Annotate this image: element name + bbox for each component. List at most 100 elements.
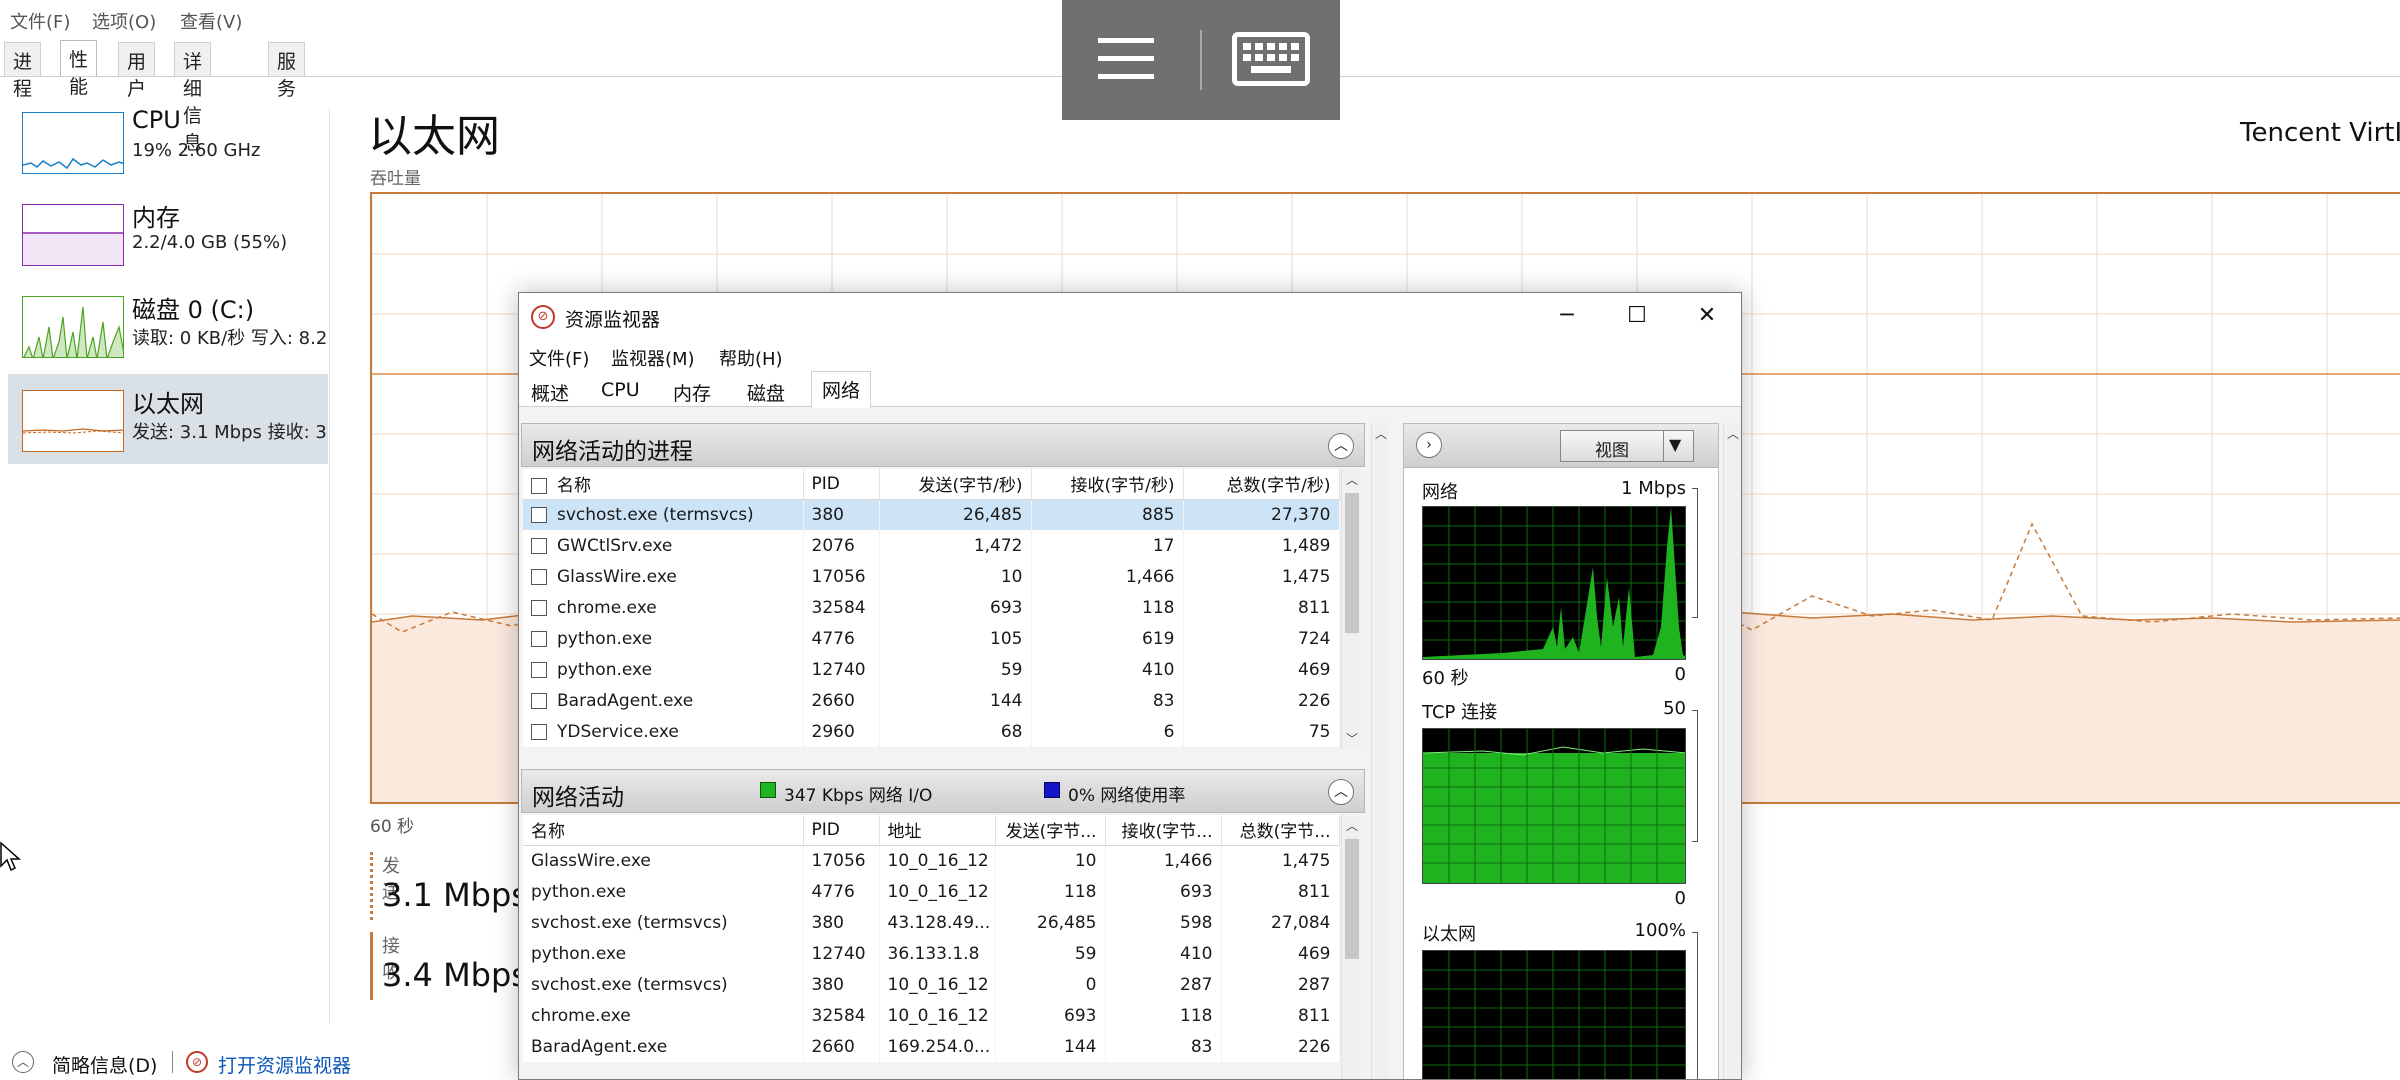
sidebar-item-disk[interactable]: 磁盘 0 (C:) 读取: 0 KB/秒 写入: 8.2 [8,280,328,370]
scroll-thumb[interactable] [1345,839,1359,959]
rm-menu-monitor[interactable]: 监视器(M) [611,345,695,371]
menu-file[interactable]: 文件(F) [10,8,70,34]
chevron-up-icon[interactable]: ︿ [1328,433,1354,459]
rm-titlebar[interactable]: ⊘ 资源监视器 ─ ☐ ✕ [519,293,1741,339]
select-all-checkbox[interactable] [531,478,547,495]
col-total[interactable]: 总数(字节/秒) [1183,469,1340,500]
table-cell: 0 [995,969,1106,1000]
row-checkbox[interactable] [531,568,547,585]
col-pid[interactable]: PID [803,469,880,500]
table-row[interactable]: GlassWire.exe 17056 10_0_16_12 10 1,466 1,475 [523,845,1340,876]
dropdown-arrow-icon[interactable]: ▼ [1669,435,1681,454]
col-total[interactable]: 总数(字节... [1221,815,1340,846]
row-checkbox[interactable] [531,630,547,647]
tab-processes[interactable]: 进程 [4,42,42,100]
close-icon[interactable]: ✕ [1675,299,1739,333]
cell-text: python.exe [557,659,653,680]
keyboard-icon[interactable] [1232,32,1310,86]
rm-menu-file[interactable]: 文件(F) [529,345,589,371]
hamburger-menu-icon[interactable] [1098,36,1154,82]
table-cell: chrome.exe [523,1000,804,1031]
table-row[interactable]: YDService.exe 2960 68 6 75 [523,716,1340,747]
sidebar-item-memory[interactable]: 内存 2.2/4.0 GB (55%) [8,188,328,278]
rm-tab-memory[interactable]: 内存 [663,375,721,407]
view-dropdown[interactable]: 视图 ▼ [1560,430,1694,462]
main-scrollbar[interactable]: ︿ [1371,423,1390,1079]
graphs-scrollbar[interactable]: ︿ [1723,423,1741,1079]
toolbar-divider [1200,30,1202,90]
table-cell: 380 [803,499,880,530]
cell-text: BaradAgent.exe [557,690,694,711]
scroll-up-icon[interactable]: ︿ [1372,425,1390,442]
table-row[interactable]: GlassWire.exe 17056 10 1,466 1,475 [523,561,1340,592]
page-title: 以太网 [368,111,500,162]
processes-scrollbar[interactable]: ︿ ﹀ [1341,469,1361,749]
sidebar-item-cpu[interactable]: CPU 19% 2.60 GHz [8,96,328,186]
table-row[interactable]: svchost.exe (termsvcs) 380 10_0_16_12 0 287 2… [523,969,1340,1000]
table-cell: YDService.exe [523,716,804,747]
col-pid[interactable]: PID [803,815,880,846]
rm-tab-cpu[interactable]: CPU [591,375,650,407]
table-row[interactable]: python.exe 4776 105 619 724 [523,623,1340,654]
maximize-icon[interactable]: ☐ [1605,299,1669,333]
tab-users[interactable]: 用户 [118,42,156,100]
chevron-up-icon[interactable]: ︿ [1328,779,1354,805]
table-cell: 43.128.49... [879,907,996,938]
graph2-title: TCP 连接 [1422,702,1498,723]
tab-details[interactable]: 详细信息 [174,42,212,154]
rm-tab-overview[interactable]: 概述 [521,375,579,407]
rm-menu-help[interactable]: 帮助(H) [719,345,783,371]
scroll-thumb[interactable] [1345,493,1359,633]
col-send[interactable]: 发送(字节... [995,815,1106,846]
table-row[interactable]: chrome.exe 32584 10_0_16_12 693 118 811 [523,1000,1340,1031]
scroll-up-icon[interactable]: ︿ [1724,425,1741,442]
col-send[interactable]: 发送(字节/秒) [879,469,1032,500]
graph1-min: 0 [1674,664,1686,685]
processes-table: 名称 PID 发送(字节/秒) 接收(字节/秒) 总数(字节/秒) svchos… [523,469,1340,747]
table-row[interactable]: python.exe 12740 59 410 469 [523,654,1340,685]
table-cell: 2660 [803,1031,880,1062]
open-resource-monitor-link[interactable]: 打开资源监视器 [218,1051,351,1078]
row-checkbox[interactable] [531,599,547,616]
table-row[interactable]: GWCtlSrv.exe 2076 1,472 17 1,489 [523,530,1340,561]
rm-tab-disk[interactable]: 磁盘 [737,375,795,407]
scroll-down-icon[interactable]: ﹀ [1342,730,1362,747]
rm-tab-network[interactable]: 网络 [811,371,872,408]
row-checkbox[interactable] [531,661,547,678]
table-row[interactable]: python.exe 12740 36.133.1.8 59 410 469 [523,938,1340,969]
table-row[interactable]: BaradAgent.exe 2660 169.254.0... 144 83 226 [523,1031,1340,1062]
col-address[interactable]: 地址 [879,815,996,846]
table-row[interactable]: BaradAgent.exe 2660 144 83 226 [523,685,1340,716]
row-checkbox[interactable] [531,723,547,740]
network-activity-panel-header[interactable]: 网络活动 347 Kbps 网络 I/O 0% 网络使用率 ︿ [521,769,1365,813]
table-cell: 10_0_16_12 [879,969,996,1000]
sidebar-item-ethernet[interactable]: 以太网 发送: 3.1 Mbps 接收: 3 [8,374,328,464]
scroll-up-icon[interactable]: ︿ [1342,817,1362,834]
col-receive[interactable]: 接收(字节/秒) [1031,469,1184,500]
tab-services[interactable]: 服务 [268,42,306,100]
row-checkbox[interactable] [531,537,547,554]
processes-table-body: svchost.exe (termsvcs) 380 26,485 885 27,370… [523,499,1340,747]
minimize-icon[interactable]: ─ [1535,299,1599,333]
table-cell: 226 [1221,1031,1340,1062]
table-row[interactable]: svchost.exe (termsvcs) 380 43.128.49... 26,… [523,907,1340,938]
col-name[interactable]: 名称 [523,815,804,846]
row-checkbox[interactable] [531,506,547,523]
table-row[interactable]: chrome.exe 32584 693 118 811 [523,592,1340,623]
col-receive[interactable]: 接收(字节... [1105,815,1222,846]
scroll-up-icon[interactable]: ︿ [1342,471,1362,488]
chevron-up-icon[interactable]: ︿ [12,1051,34,1073]
chevron-right-icon[interactable]: › [1416,432,1442,458]
disk-thumbnail-graph [22,296,124,358]
table-row[interactable]: python.exe 4776 10_0_16_12 118 693 811 [523,876,1340,907]
row-checkbox[interactable] [531,692,547,709]
network-activity-scrollbar[interactable]: ︿ [1341,815,1362,1079]
tab-performance[interactable]: 性能 [60,40,98,98]
menu-options[interactable]: 选项(O) [92,8,156,34]
footer-divider [172,1051,173,1073]
menu-view[interactable]: 查看(V) [180,8,242,34]
col-name[interactable]: 名称 [523,469,804,500]
table-row[interactable]: svchost.exe (termsvcs) 380 26,485 885 27,370 [523,499,1340,530]
processes-panel-header[interactable]: 网络活动的进程 ︿ [521,423,1365,467]
fewer-details-link[interactable]: 简略信息(D) [52,1051,157,1078]
